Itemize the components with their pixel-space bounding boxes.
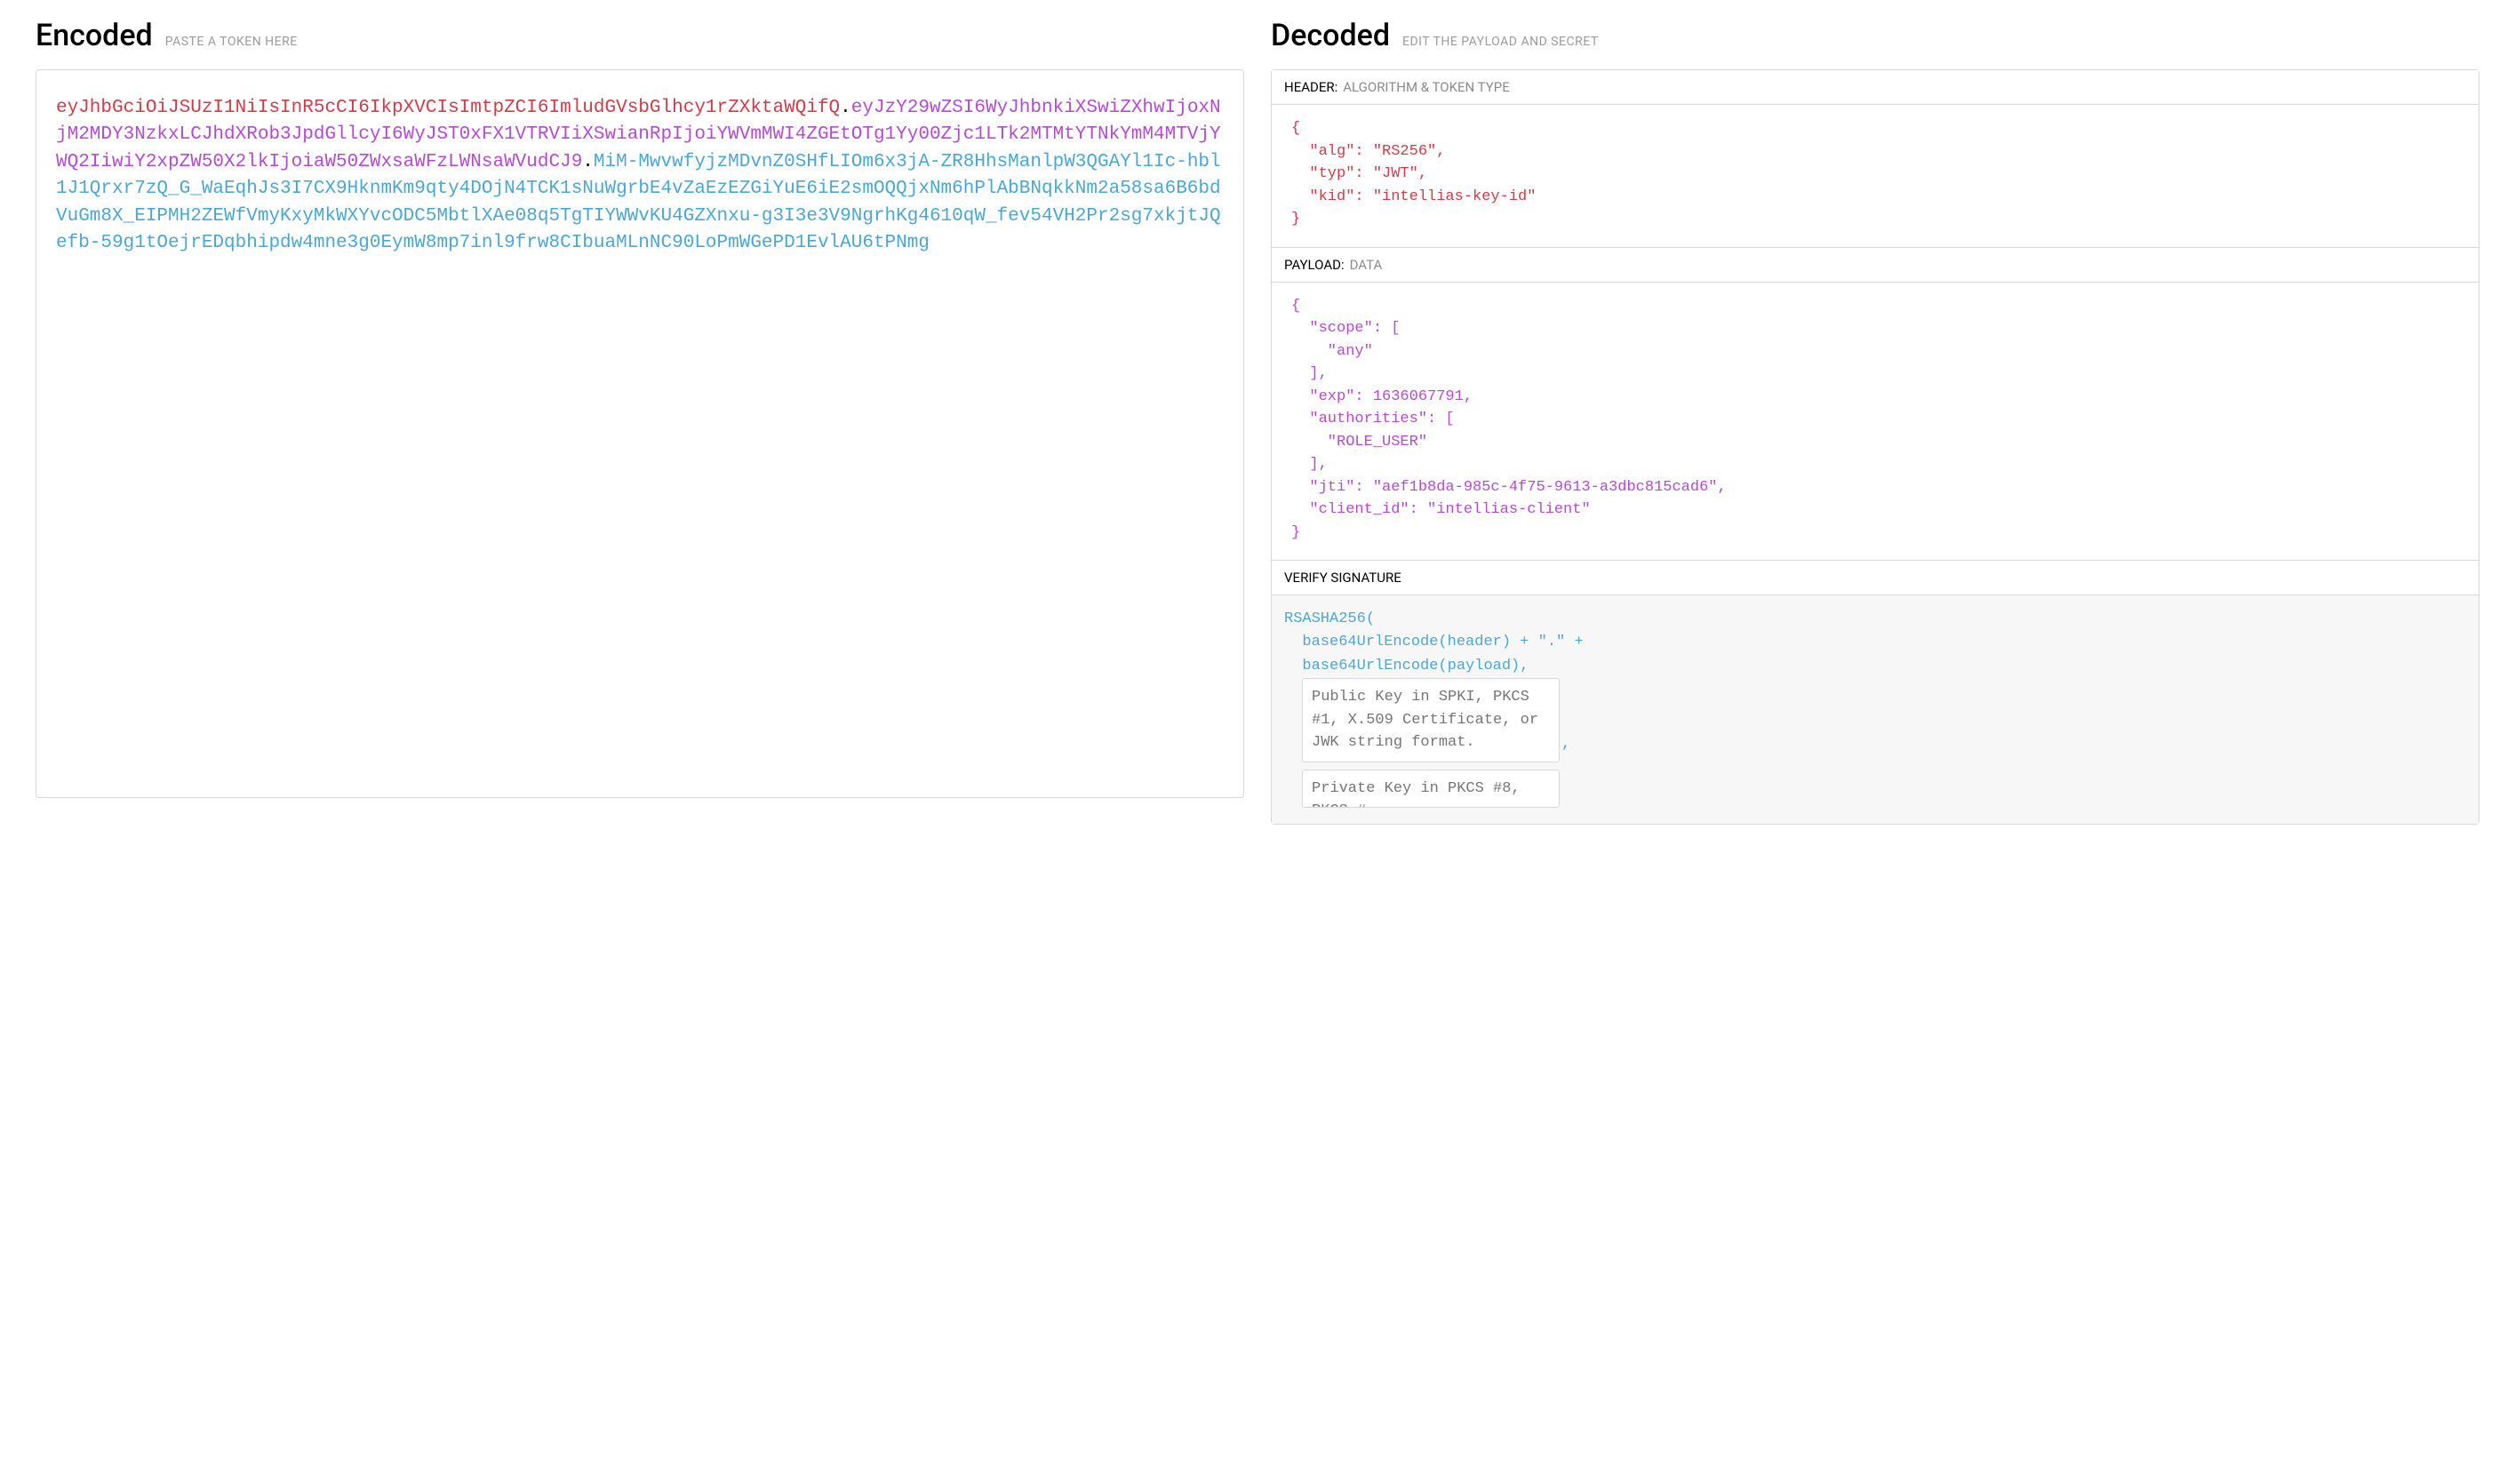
token-dot-1: .: [840, 98, 851, 118]
verify-label: VERIFY SIGNATURE: [1284, 570, 1401, 586]
verify-comma: ,: [1560, 733, 1570, 762]
private-key-input[interactable]: [1302, 770, 1560, 809]
decoded-header: Decoded EDIT THE PAYLOAD AND SECRET: [1271, 18, 2479, 53]
verify-line-2: base64UrlEncode(payload),: [1284, 655, 2466, 678]
payload-section-title: PAYLOAD: DATA: [1272, 248, 2479, 283]
token-header-part: eyJhbGciOiJSUzI1NiIsInR5cCI6IkpXVCIsImtp…: [56, 98, 840, 118]
decoded-panel: HEADER: ALGORITHM & TOKEN TYPE { "alg": …: [1271, 69, 2479, 825]
encoded-header: Encoded PASTE A TOKEN HERE: [36, 18, 1244, 53]
verify-algo-line: RSASHA256(: [1284, 608, 2466, 631]
header-section: HEADER: ALGORITHM & TOKEN TYPE { "alg": …: [1272, 70, 2479, 248]
verify-body: RSASHA256( base64UrlEncode(header) + "."…: [1272, 595, 2479, 824]
token-dot-2: .: [582, 152, 594, 172]
decoded-column: Decoded EDIT THE PAYLOAD AND SECRET HEAD…: [1271, 18, 2479, 825]
encoded-column: Encoded PASTE A TOKEN HERE eyJhbGciOiJSU…: [36, 18, 1244, 825]
header-section-title: HEADER: ALGORITHM & TOKEN TYPE: [1272, 70, 2479, 105]
header-label: HEADER:: [1284, 79, 1337, 95]
header-sublabel: ALGORITHM & TOKEN TYPE: [1343, 79, 1509, 95]
payload-sublabel: DATA: [1350, 257, 1383, 273]
encoded-token[interactable]: eyJhbGciOiJSUzI1NiIsInR5cCI6IkpXVCIsImtp…: [56, 95, 1224, 258]
verify-section: VERIFY SIGNATURE RSASHA256( base64UrlEnc…: [1272, 561, 2479, 824]
decoded-title: Decoded: [1271, 18, 1390, 53]
payload-label: PAYLOAD:: [1284, 257, 1345, 273]
verify-section-title: VERIFY SIGNATURE: [1272, 561, 2479, 595]
payload-section: PAYLOAD: DATA { "scope": [ "any" ], "exp…: [1272, 248, 2479, 562]
payload-json[interactable]: { "scope": [ "any" ], "exp": 1636067791,…: [1272, 283, 2479, 561]
jwt-debugger: Encoded PASTE A TOKEN HERE eyJhbGciOiJSU…: [36, 18, 2479, 825]
encoded-panel[interactable]: eyJhbGciOiJSUzI1NiIsInR5cCI6IkpXVCIsImtp…: [36, 69, 1244, 798]
encoded-title: Encoded: [36, 18, 153, 53]
verify-line-1: base64UrlEncode(header) + "." +: [1284, 631, 2466, 654]
header-json[interactable]: { "alg": "RS256", "typ": "JWT", "kid": "…: [1272, 105, 2479, 247]
encoded-subtitle: PASTE A TOKEN HERE: [165, 35, 298, 49]
decoded-subtitle: EDIT THE PAYLOAD AND SECRET: [1402, 35, 1599, 49]
public-key-input[interactable]: [1302, 678, 1560, 762]
